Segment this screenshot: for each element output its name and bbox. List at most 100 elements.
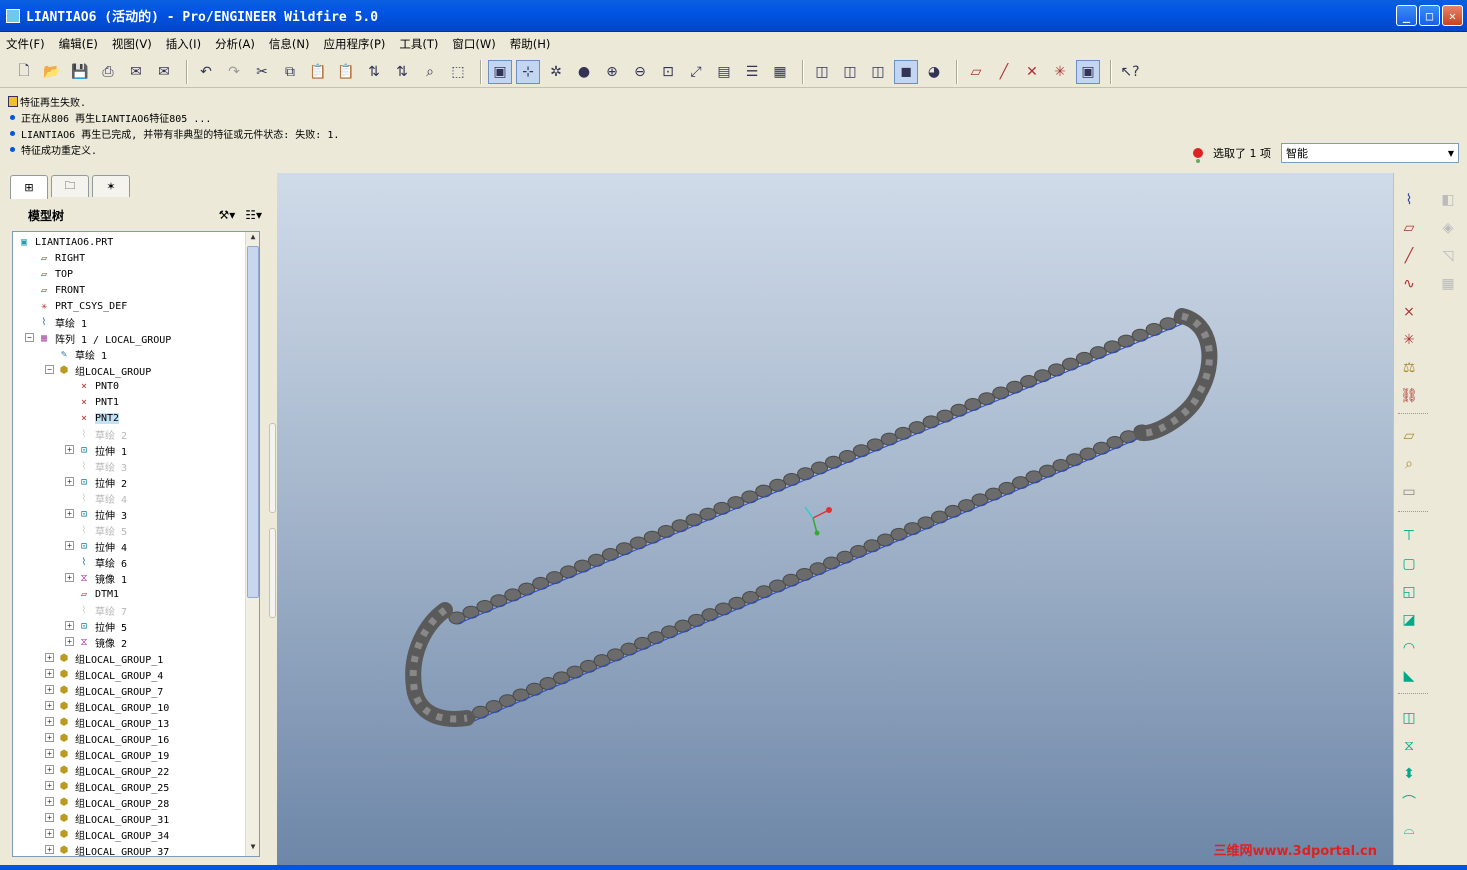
analysis-tool-icon[interactable]: ⚖ [1397, 357, 1421, 379]
no-hidden-icon[interactable]: ◫ [866, 60, 890, 84]
expand-icon[interactable]: + [65, 541, 74, 550]
menu-file[interactable]: 文件(F) [6, 36, 45, 52]
shading-icon[interactable]: ● [572, 60, 596, 84]
splitter-grip[interactable] [269, 528, 276, 618]
datum-axes-icon[interactable]: ╱ [992, 60, 1016, 84]
new-icon[interactable]: 🗋 [12, 60, 36, 84]
tree-item[interactable]: ⨯ PNT1 [77, 394, 119, 410]
expand-icon[interactable]: + [45, 701, 54, 710]
tree-item[interactable]: ⬢ 组LOCAL_GROUP_22 [57, 762, 170, 778]
tab-folder-browser[interactable]: 🗀 [51, 175, 89, 197]
expand-icon[interactable]: + [45, 765, 54, 774]
close-icon[interactable]: ✕ [1442, 5, 1463, 26]
enhanced-realism-icon[interactable]: ◕ [922, 60, 946, 84]
menu-analysis[interactable]: 分析(A) [215, 36, 255, 52]
menu-tools[interactable]: 工具(T) [399, 36, 438, 52]
tree-item[interactable]: ⧖ 镜像 2 [77, 634, 127, 650]
datum-plane-tool-icon[interactable]: ▱ [1397, 217, 1421, 239]
hidden-line-icon[interactable]: ◫ [838, 60, 862, 84]
expand-icon[interactable]: + [45, 717, 54, 726]
tree-item[interactable]: ⌇ 草绘 2 [77, 426, 128, 442]
csys-tool-icon[interactable]: ✳ [1397, 329, 1421, 351]
orient-icon[interactable]: ⊹ [516, 59, 540, 84]
shaded-icon[interactable]: ◼ [894, 59, 918, 84]
chain-model[interactable] [277, 173, 1393, 865]
expand-icon[interactable]: + [65, 445, 74, 454]
saved-views-icon[interactable]: ▤ [712, 60, 736, 84]
datum-points-icon[interactable]: ✕ [1020, 60, 1044, 84]
csys-display-icon[interactable]: ✳ [1048, 60, 1072, 84]
tree-item[interactable]: ⨯ PNT2 [77, 410, 120, 426]
insert-udf-icon[interactable]: ⌕ [1397, 453, 1421, 475]
tree-item[interactable]: ⬢ 组LOCAL_GROUP_31 [57, 810, 170, 826]
scroll-up-icon[interactable]: ▲ [246, 232, 259, 246]
expand-icon[interactable]: + [45, 749, 54, 758]
view-manager-icon[interactable]: ▦ [768, 60, 792, 84]
tree-item[interactable]: ⨯ PNT0 [77, 378, 119, 394]
tree-item[interactable]: ▱ RIGHT [37, 250, 85, 266]
tree-item[interactable]: ▣ LIANTIAO6.PRT [17, 234, 113, 250]
tree-item[interactable]: ⬢ 组LOCAL_GROUP_1 [57, 650, 164, 666]
regenerate-icon[interactable]: ⇅ [362, 60, 386, 84]
repaint-icon[interactable]: ▣ [488, 59, 512, 84]
graphics-window[interactable]: 三维网www.3dportal.cn [277, 173, 1393, 865]
copy-icon[interactable]: ⧉ [278, 60, 302, 84]
expand-icon[interactable]: + [65, 637, 74, 646]
chamfer-tool-icon[interactable]: ◣ [1397, 665, 1421, 687]
sketch-tool-icon[interactable]: ⌇ [1397, 189, 1421, 211]
datum-planes-icon[interactable]: ▱ [964, 60, 988, 84]
tree-columns-icon[interactable]: ☷▾ [245, 208, 262, 222]
menu-edit[interactable]: 编辑(E) [59, 36, 98, 52]
tree-item[interactable]: ⧖ 镜像 1 [77, 570, 127, 586]
context-help-icon[interactable]: ↖? [1118, 60, 1142, 84]
email-link-icon[interactable]: ✉ [152, 60, 176, 84]
tree-settings-icon[interactable]: ⚒▾ [218, 208, 235, 222]
expand-icon[interactable]: + [45, 669, 54, 678]
tree-item[interactable]: ⬢ 组LOCAL_GROUP_28 [57, 794, 170, 810]
datum-point-tool-icon[interactable]: ⨯ [1397, 301, 1421, 323]
expand-icon[interactable]: + [45, 845, 54, 854]
tree-item[interactable]: ⌇ 草绘 3 [77, 458, 128, 474]
zoom-in-icon[interactable]: ⊕ [600, 60, 624, 84]
scroll-down-icon[interactable]: ▼ [246, 842, 259, 856]
paste-special-icon[interactable]: 📋 [334, 60, 358, 84]
menu-info[interactable]: 信息(N) [269, 36, 310, 52]
tree-item[interactable]: ⬢ 组LOCAL_GROUP_37 [57, 842, 170, 857]
extrude-tool-icon[interactable]: ⊤ [1397, 525, 1421, 547]
publish-geometry-icon[interactable]: ⛓ [1397, 385, 1421, 407]
tree-item[interactable]: ⊡ 拉伸 5 [77, 618, 127, 634]
open-icon[interactable]: 📂 [40, 60, 64, 84]
collapse-icon[interactable]: − [45, 365, 54, 374]
wireframe-icon[interactable]: ◫ [810, 60, 834, 84]
expand-icon[interactable]: + [45, 813, 54, 822]
tree-item[interactable]: ▱ DTM1 [77, 586, 119, 602]
layers-icon[interactable]: ☰ [740, 60, 764, 84]
thicken-tool-icon[interactable]: ⌓ [1397, 819, 1421, 841]
email-icon[interactable]: ✉ [124, 60, 148, 84]
rib-tool-icon[interactable]: ◪ [1397, 609, 1421, 631]
tree-item[interactable]: ⬢ 组LOCAL_GROUP_7 [57, 682, 164, 698]
tree-item[interactable]: ⬢ 组LOCAL_GROUP_19 [57, 746, 170, 762]
menu-insert[interactable]: 插入(I) [166, 36, 201, 52]
tree-item[interactable]: ▱ FRONT [37, 282, 85, 298]
offset-tool-icon[interactable]: ⌒ [1397, 791, 1421, 813]
tree-item[interactable]: ⊡ 拉伸 4 [77, 538, 127, 554]
tree-item[interactable]: ⬢ 组LOCAL_GROUP_16 [57, 730, 170, 746]
expand-icon[interactable]: + [45, 829, 54, 838]
reorient-icon[interactable]: ⤢ [684, 60, 708, 84]
round-tool-icon[interactable]: ◠ [1397, 637, 1421, 659]
splitter-grip[interactable] [269, 423, 276, 513]
tree-item[interactable]: ⌇ 草绘 6 [77, 554, 128, 570]
datum-curve-tool-icon[interactable]: ∿ [1397, 273, 1421, 295]
expand-icon[interactable]: + [45, 797, 54, 806]
cut-icon[interactable]: ✂ [250, 60, 274, 84]
tree-item[interactable]: ⊡ 拉伸 3 [77, 506, 127, 522]
select-box-icon[interactable]: ⬚ [446, 60, 470, 84]
shell-tool-icon[interactable]: ◱ [1397, 581, 1421, 603]
menu-window[interactable]: 窗口(W) [452, 36, 495, 52]
tree-item[interactable]: ⊡ 拉伸 2 [77, 474, 127, 490]
tree-scrollbar[interactable]: ▲ ▼ [245, 232, 259, 856]
tree-item[interactable]: ⌇ 草绘 5 [77, 522, 128, 538]
expand-icon[interactable]: + [65, 621, 74, 630]
panel-splitter[interactable] [268, 173, 277, 865]
